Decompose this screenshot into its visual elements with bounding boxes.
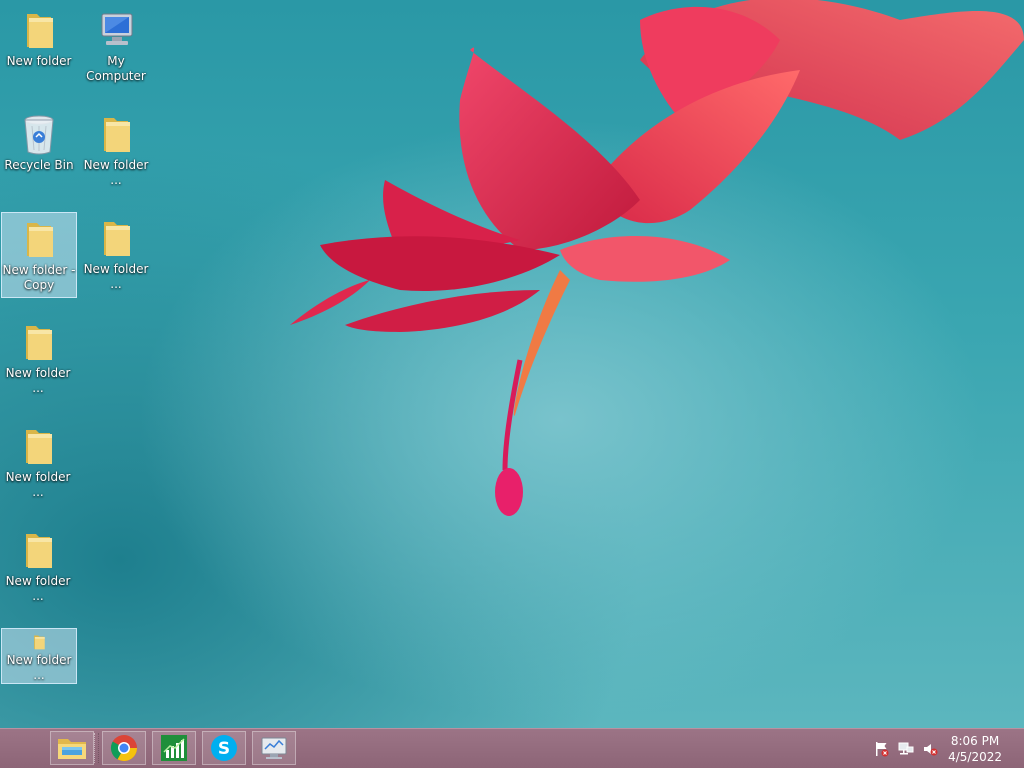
desktop-icon-new-folder-2[interactable]: New folder ... xyxy=(78,108,154,192)
desktop[interactable]: New folder My Computer Recycle Bin New f… xyxy=(0,0,1024,728)
desktop-icon-label: New folder ... xyxy=(5,366,71,395)
folder-icon xyxy=(26,430,52,464)
action-center-flag-icon[interactable] xyxy=(874,741,890,757)
desktop-icon-new-folder-copy[interactable]: New folder - Copy xyxy=(1,212,77,298)
clock-time: 8:06 PM xyxy=(950,734,1000,748)
desktop-icon-label: New folder - Copy xyxy=(2,263,76,292)
desktop-icon-new-folder-7[interactable]: New folder ... xyxy=(1,628,77,684)
file-explorer-icon xyxy=(58,739,86,759)
taskbar-clock[interactable]: 8:06 PM 4/5/2022 xyxy=(948,733,1002,765)
computer-icon xyxy=(101,13,133,45)
system-monitor-icon xyxy=(261,737,287,759)
taskbar-file-explorer-button[interactable] xyxy=(50,731,94,765)
recycle-bin-icon xyxy=(24,115,54,155)
taskbar-chrome-button[interactable] xyxy=(102,731,146,765)
desktop-icon-label: New folder ... xyxy=(5,574,71,603)
desktop-icon-label: New folder ... xyxy=(5,470,71,499)
taskbar-system-monitor-button[interactable] xyxy=(252,731,296,765)
desktop-icon-my-computer[interactable]: My Computer xyxy=(78,4,154,88)
desktop-icon-label: New folder xyxy=(6,54,72,68)
network-icon[interactable] xyxy=(898,741,914,757)
desktop-icon-new-folder-5[interactable]: New folder ... xyxy=(0,420,76,504)
task-manager-icon xyxy=(161,735,187,761)
desktop-icon-label: My Computer xyxy=(86,54,146,83)
svg-text:S: S xyxy=(218,739,230,759)
desktop-icon-recycle-bin[interactable]: Recycle Bin xyxy=(1,108,77,192)
folder-icon xyxy=(34,635,45,650)
folder-icon xyxy=(27,223,53,257)
desktop-icon-new-folder-4[interactable]: New folder ... xyxy=(0,316,76,400)
folder-icon xyxy=(27,14,53,48)
desktop-icon-label: New folder ... xyxy=(83,158,149,187)
desktop-icon-label: Recycle Bin xyxy=(4,158,74,172)
clock-date: 4/5/2022 xyxy=(948,750,1002,764)
taskbar-skype-button[interactable]: S xyxy=(202,731,246,765)
folder-icon xyxy=(104,118,130,152)
desktop-icon-new-folder[interactable]: New folder xyxy=(1,4,77,88)
taskbar-separator xyxy=(94,733,99,763)
taskbar-task-manager-button[interactable] xyxy=(152,731,196,765)
taskbar[interactable]: S 8:06 PM 4/5/2022 xyxy=(0,728,1024,768)
desktop-icon-label: New folder ... xyxy=(83,262,149,291)
volume-muted-icon[interactable] xyxy=(922,741,938,757)
folder-icon xyxy=(104,222,130,256)
folder-icon xyxy=(26,326,52,360)
skype-icon: S xyxy=(211,735,237,761)
chrome-icon xyxy=(110,735,138,762)
desktop-icon-new-folder-3[interactable]: New folder ... xyxy=(78,212,154,296)
desktop-icon-label: New folder ... xyxy=(6,653,72,682)
folder-icon xyxy=(26,534,52,568)
desktop-icon-new-folder-6[interactable]: New folder ... xyxy=(0,524,76,608)
